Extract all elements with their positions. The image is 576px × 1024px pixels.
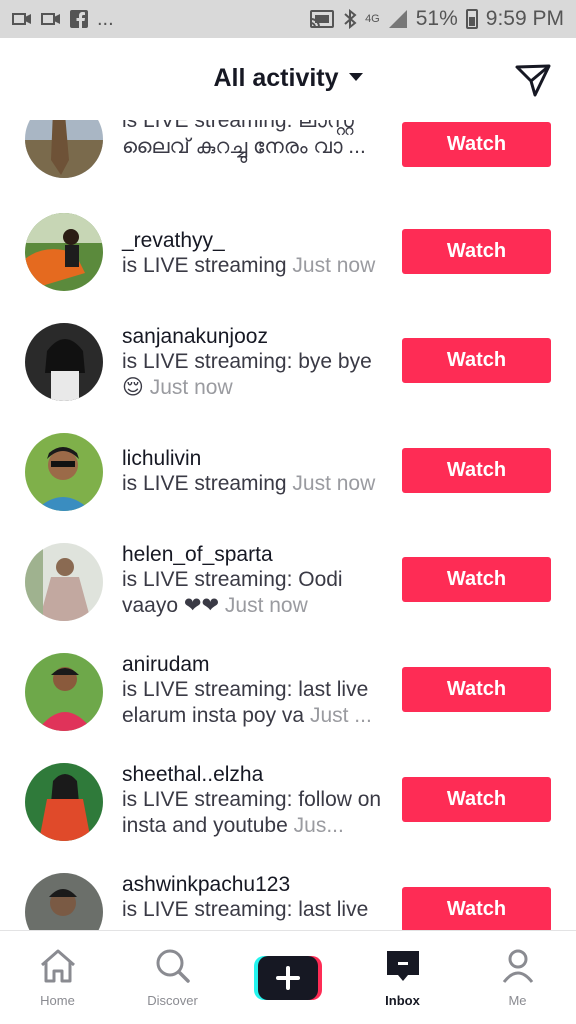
watch-button[interactable]: Watch xyxy=(402,557,551,602)
username[interactable]: helen_of_sparta xyxy=(122,543,273,567)
activity-description: is LIVE streaming: last live elarum inst… xyxy=(122,678,372,727)
nav-inbox-label: Inbox xyxy=(385,993,420,1008)
avatar[interactable] xyxy=(25,543,103,621)
avatar[interactable] xyxy=(25,653,103,731)
page-title: All activity xyxy=(213,64,339,92)
list-item[interactable]: lichulivin is LIVE streaming Just now Wa… xyxy=(0,433,576,543)
cast-icon xyxy=(310,10,335,28)
activity-filter-dropdown[interactable]: All activity xyxy=(0,64,576,93)
username[interactable]: anirudam xyxy=(122,653,210,677)
list-item[interactable]: anirudam is LIVE streaming: last live el… xyxy=(0,653,576,763)
nav-home[interactable]: Home xyxy=(0,931,115,1024)
home-icon xyxy=(40,949,75,983)
nav-me-label: Me xyxy=(508,993,527,1008)
more-notifications: ... xyxy=(97,7,114,30)
inbox-icon xyxy=(386,951,419,981)
caret-down-icon xyxy=(348,73,363,82)
nav-home-label: Home xyxy=(40,993,75,1008)
watch-button[interactable]: Watch xyxy=(402,887,551,930)
timestamp: Just ... xyxy=(309,704,372,727)
notification-icons: ... xyxy=(12,8,114,31)
header: All activity xyxy=(0,38,576,120)
facebook-icon xyxy=(70,10,88,28)
activity-description: is LIVE streaming: Oodi vaayo ❤❤ Just no… xyxy=(122,568,343,617)
direct-message-icon[interactable] xyxy=(514,62,552,98)
timestamp: Just now xyxy=(224,594,308,617)
activity-description: is LIVE streaming: bye bye 😌 Just now xyxy=(122,350,372,399)
nav-me[interactable]: Me xyxy=(460,931,575,1024)
list-item[interactable]: is LIVE streaming: ലാസ്റ്റ് ലൈവ് കുറച്ചു… xyxy=(0,120,576,210)
avatar[interactable] xyxy=(25,873,103,930)
activity-description: is LIVE streaming: follow on insta and y… xyxy=(122,788,382,837)
list-item[interactable]: helen_of_sparta is LIVE streaming: Oodi … xyxy=(0,543,576,653)
status-bar: ... 4G 51% 9:59 PM xyxy=(0,0,576,38)
battery-icon xyxy=(465,9,478,29)
timestamp: Just now xyxy=(149,376,233,399)
activity-description: is LIVE streaming Just now xyxy=(122,254,376,277)
username[interactable]: lichulivin xyxy=(122,447,201,471)
timestamp: Jus... xyxy=(293,814,344,837)
create-video-button[interactable] xyxy=(254,956,322,1000)
battery-percent: 51% xyxy=(415,7,458,30)
activity-description: is LIVE streaming: last live xyxy=(122,898,369,921)
username[interactable]: sheethal..elzha xyxy=(122,763,263,787)
network-type: 4G xyxy=(365,13,380,25)
timestamp: Just now xyxy=(292,254,376,277)
username[interactable]: sanjanakunjooz xyxy=(122,325,268,349)
watch-button[interactable]: Watch xyxy=(402,338,551,383)
watch-button[interactable]: Watch xyxy=(402,122,551,167)
signal-icon xyxy=(388,10,407,28)
avatar[interactable] xyxy=(25,763,103,841)
username[interactable]: ashwinkpachu123 xyxy=(122,873,290,897)
watch-button[interactable]: Watch xyxy=(402,448,551,493)
watch-button[interactable]: Watch xyxy=(402,777,551,822)
profile-icon xyxy=(502,949,533,983)
bottom-navigation: Home Discover Inbox Me xyxy=(0,930,576,1024)
list-item[interactable]: sheethal..elzha is LIVE streaming: follo… xyxy=(0,763,576,873)
nav-discover[interactable]: Discover xyxy=(115,931,230,1024)
clock: 9:59 PM xyxy=(485,7,564,30)
bluetooth-icon xyxy=(344,9,357,29)
video-call-icon xyxy=(12,13,31,25)
timestamp: Just now xyxy=(292,472,376,495)
search-icon xyxy=(156,949,190,983)
list-item[interactable]: sanjanakunjooz is LIVE streaming: bye by… xyxy=(0,323,576,433)
system-status: 4G 51% 9:59 PM xyxy=(309,7,564,31)
nav-discover-label: Discover xyxy=(147,993,198,1008)
activity-description: is LIVE streaming Just now xyxy=(122,472,376,495)
avatar[interactable] xyxy=(25,323,103,401)
activity-list[interactable]: is LIVE streaming: ലാസ്റ്റ് ലൈവ് കുറച്ചു… xyxy=(0,120,576,930)
avatar[interactable] xyxy=(25,213,103,291)
avatar[interactable] xyxy=(25,120,103,178)
watch-button[interactable]: Watch xyxy=(402,229,551,274)
nav-inbox[interactable]: Inbox xyxy=(345,931,460,1024)
username[interactable]: _revathyy_ xyxy=(122,229,225,253)
avatar[interactable] xyxy=(25,433,103,511)
watch-button[interactable]: Watch xyxy=(402,667,551,712)
list-item[interactable]: ashwinkpachu123 is LIVE streaming: last … xyxy=(0,873,576,930)
video-call-icon xyxy=(41,13,60,25)
activity-description: is LIVE streaming: ലാസ്റ്റ് ലൈവ് കുറച്ചു… xyxy=(122,120,366,158)
list-item[interactable]: _revathyy_ is LIVE streaming Just now Wa… xyxy=(0,213,576,323)
